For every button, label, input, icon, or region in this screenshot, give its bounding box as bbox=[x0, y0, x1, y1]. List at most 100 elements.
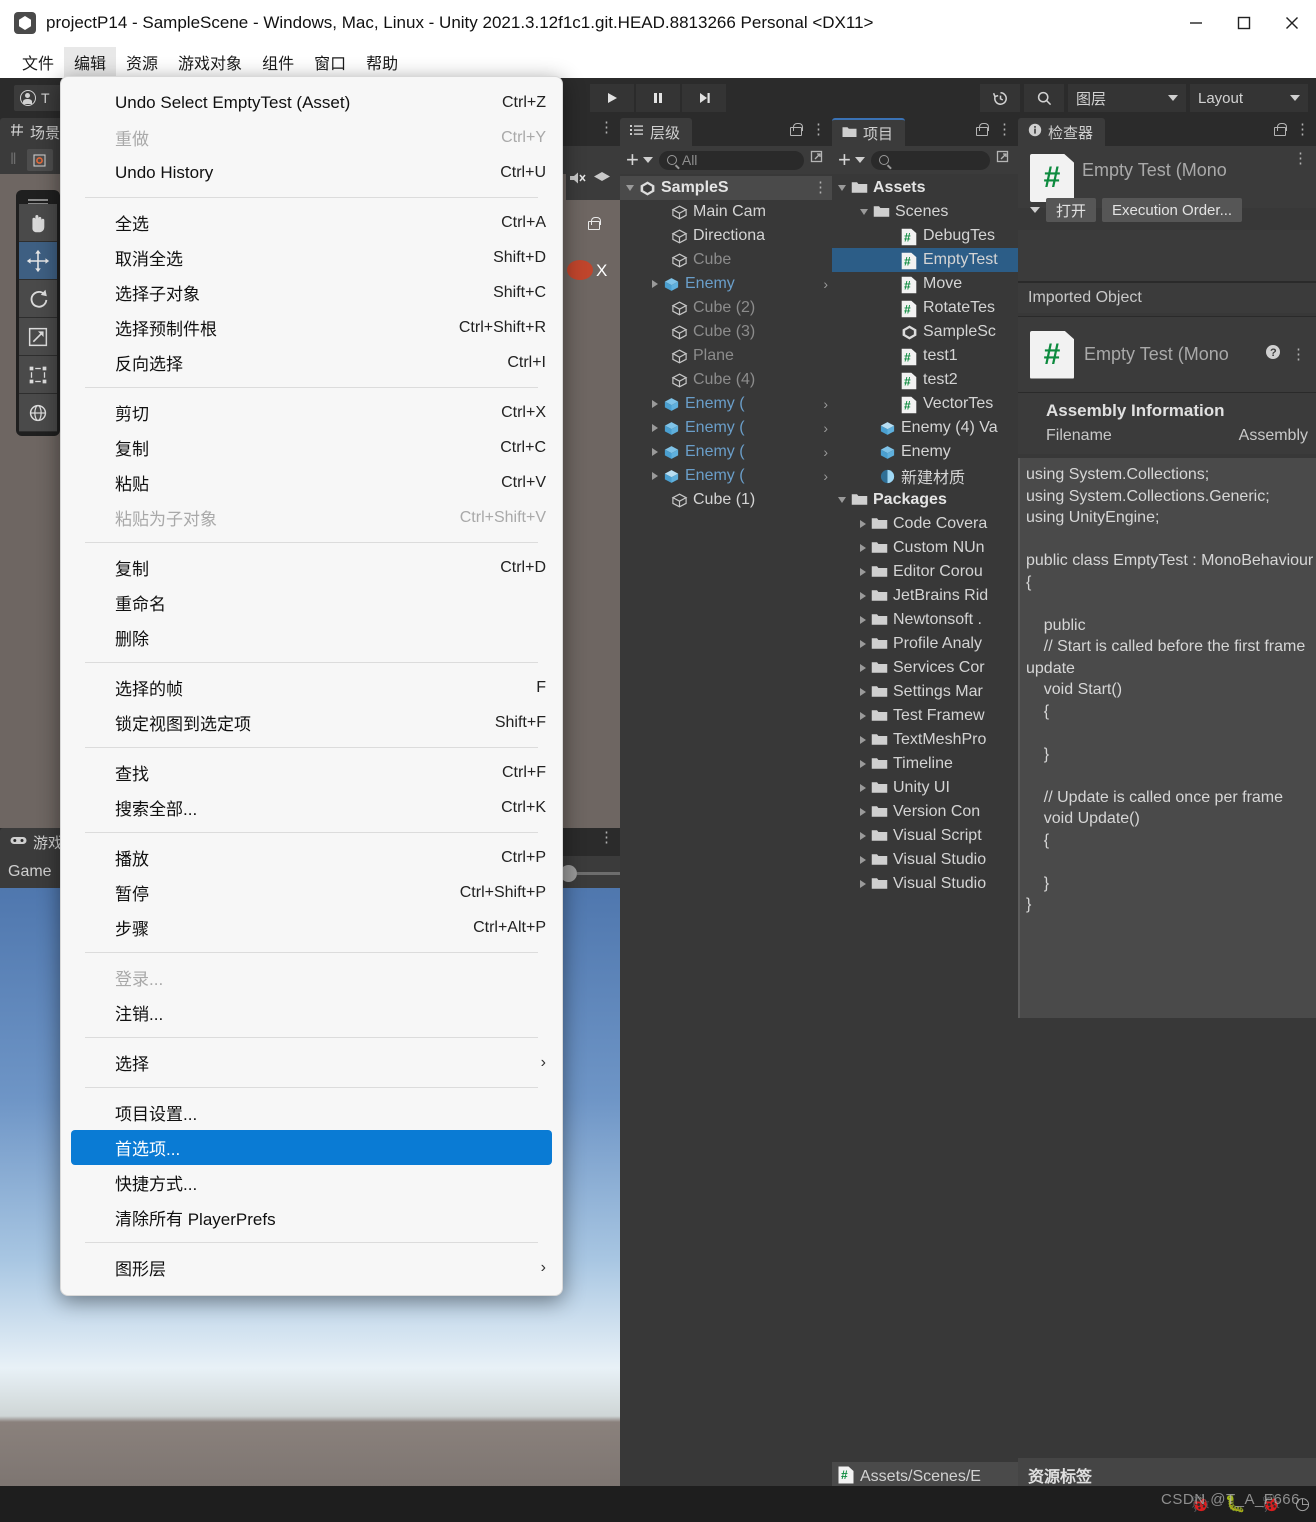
tree-row[interactable]: Main Cam bbox=[620, 200, 832, 224]
tree-row[interactable]: Timeline bbox=[832, 752, 1018, 776]
menubar-item-6[interactable]: 帮助 bbox=[356, 47, 408, 77]
chevron-right-icon[interactable] bbox=[652, 424, 658, 432]
menu-item[interactable]: Undo Select EmptyTest (Asset) Ctrl+Z bbox=[61, 85, 562, 120]
menu-item[interactable]: 查找 Ctrl+F bbox=[61, 755, 562, 790]
chevron-right-icon[interactable] bbox=[860, 568, 866, 576]
kebab-menu-icon[interactable]: ⋮ bbox=[599, 830, 614, 845]
pivot-tool-icon[interactable] bbox=[26, 149, 53, 171]
menu-item[interactable]: 搜索全部... Ctrl+K bbox=[61, 790, 562, 825]
slider-track[interactable] bbox=[577, 871, 620, 875]
chevron-right-icon[interactable] bbox=[860, 880, 866, 888]
maximize-icon[interactable] bbox=[1220, 0, 1268, 46]
scene-orientation-gizmo[interactable]: X bbox=[566, 250, 607, 284]
chevron-right-icon[interactable]: › bbox=[823, 444, 832, 460]
chevron-down-icon[interactable] bbox=[854, 157, 865, 163]
tree-row[interactable]: Cube (2) bbox=[620, 296, 832, 320]
execution-order-button[interactable]: Execution Order... bbox=[1102, 198, 1243, 222]
tree-row[interactable]: Cube (3) bbox=[620, 320, 832, 344]
project-tree[interactable]: Assets Scenes # DebugTes # EmptyTest # Move # Rot… bbox=[832, 174, 1018, 896]
tree-row[interactable]: Newtonsoft . bbox=[832, 608, 1018, 632]
menu-item[interactable]: 选择子对象 Shift+C bbox=[61, 275, 562, 310]
hierarchy-tree[interactable]: SampleS ⋮ Main Cam Directiona Cube Enemy › Cube… bbox=[620, 174, 832, 512]
tree-row[interactable]: Visual Script bbox=[832, 824, 1018, 848]
menu-item[interactable]: 快捷方式... bbox=[61, 1165, 562, 1200]
pause-button[interactable] bbox=[636, 84, 680, 112]
lock-icon[interactable] bbox=[1273, 123, 1287, 136]
tree-row[interactable]: JetBrains Rid bbox=[832, 584, 1018, 608]
tree-row[interactable]: # DebugTes bbox=[832, 224, 1018, 248]
menu-item[interactable]: 步骤 Ctrl+Alt+P bbox=[61, 910, 562, 945]
rotate-tool-button[interactable] bbox=[19, 280, 57, 318]
tree-row[interactable]: SampleSc bbox=[832, 320, 1018, 344]
menu-item[interactable]: 反向选择 Ctrl+I bbox=[61, 345, 562, 380]
kebab-menu-icon[interactable]: ⋮ bbox=[1295, 122, 1310, 137]
tree-row[interactable]: Enemy (› bbox=[620, 392, 832, 416]
menu-item[interactable]: 复制 Ctrl+C bbox=[61, 430, 562, 465]
inspector-kebab-icon[interactable]: ⋮ bbox=[1293, 151, 1308, 166]
tree-row[interactable]: Unity UI bbox=[832, 776, 1018, 800]
tree-row[interactable]: Code Covera bbox=[832, 512, 1018, 536]
chevron-right-icon[interactable] bbox=[652, 472, 658, 480]
tree-row[interactable]: Profile Analy bbox=[832, 632, 1018, 656]
tree-row[interactable]: Enemy (› bbox=[620, 416, 832, 440]
chevron-down-icon[interactable] bbox=[1030, 207, 1040, 213]
tree-row[interactable]: Packages bbox=[832, 488, 1018, 512]
layout-dropdown[interactable]: Layout bbox=[1190, 84, 1308, 112]
layers-dropdown[interactable]: 图层 bbox=[1068, 84, 1186, 112]
collab-history-button[interactable] bbox=[980, 84, 1020, 112]
chevron-right-icon[interactable]: › bbox=[823, 396, 832, 412]
add-gameobject-button[interactable]: + bbox=[626, 149, 639, 171]
step-button[interactable] bbox=[682, 84, 726, 112]
audio-mute-icon[interactable] bbox=[568, 169, 588, 192]
tree-row[interactable]: Settings Mar bbox=[832, 680, 1018, 704]
chevron-right-icon[interactable]: › bbox=[823, 468, 832, 484]
tab-project[interactable]: 项目 bbox=[832, 118, 906, 146]
tree-row[interactable]: Cube bbox=[620, 248, 832, 272]
hierarchy-sort-icon[interactable] bbox=[810, 150, 826, 171]
tab-inspector[interactable]: 检查器 bbox=[1018, 118, 1106, 146]
scale-tool-button[interactable] bbox=[19, 318, 57, 356]
tree-row[interactable]: Assets bbox=[832, 176, 1018, 200]
help-icon[interactable]: ? bbox=[1265, 344, 1281, 365]
menu-item[interactable]: 选择 › bbox=[61, 1045, 562, 1080]
hand-tool-button[interactable] bbox=[19, 204, 57, 242]
tree-row[interactable]: Enemy › bbox=[620, 272, 832, 296]
tree-row[interactable]: Plane bbox=[620, 344, 832, 368]
tree-row[interactable]: Visual Studio bbox=[832, 872, 1018, 896]
menu-item[interactable]: 重命名 bbox=[61, 585, 562, 620]
play-button[interactable] bbox=[590, 84, 634, 112]
transform-tool-button[interactable] bbox=[19, 394, 57, 432]
chevron-right-icon[interactable] bbox=[860, 832, 866, 840]
tree-row[interactable]: Cube (1) bbox=[620, 488, 832, 512]
tree-row[interactable]: # Move bbox=[832, 272, 1018, 296]
tree-row[interactable]: # EmptyTest bbox=[832, 248, 1018, 272]
chevron-right-icon[interactable] bbox=[860, 808, 866, 816]
tree-row[interactable]: Cube (4) bbox=[620, 368, 832, 392]
chevron-right-icon[interactable] bbox=[860, 664, 866, 672]
menu-item[interactable]: 剪切 Ctrl+X bbox=[61, 395, 562, 430]
tree-row[interactable]: Version Con bbox=[832, 800, 1018, 824]
chevron-right-icon[interactable] bbox=[860, 520, 866, 528]
menu-item[interactable]: 暂停 Ctrl+Shift+P bbox=[61, 875, 562, 910]
tree-row[interactable]: Editor Corou bbox=[832, 560, 1018, 584]
tree-row[interactable]: 新建材质 bbox=[832, 464, 1018, 488]
game-view-scale-slider[interactable] bbox=[560, 862, 620, 884]
tree-row[interactable]: # RotateTes bbox=[832, 296, 1018, 320]
chevron-right-icon[interactable] bbox=[860, 544, 866, 552]
move-tool-button[interactable] bbox=[19, 242, 57, 280]
tree-row[interactable]: Enemy (› bbox=[620, 464, 832, 488]
chevron-right-icon[interactable] bbox=[860, 736, 866, 744]
chevron-right-icon[interactable] bbox=[860, 784, 866, 792]
tree-row[interactable]: Enemy (› bbox=[620, 440, 832, 464]
tree-row[interactable]: Enemy bbox=[832, 440, 1018, 464]
layers-stack-icon[interactable] bbox=[592, 169, 612, 192]
minimize-icon[interactable] bbox=[1172, 0, 1220, 46]
menu-item[interactable]: 锁定视图到选定项 Shift+F bbox=[61, 705, 562, 740]
menu-item[interactable]: 图形层 › bbox=[61, 1250, 562, 1285]
menubar-item-1[interactable]: 编辑 bbox=[64, 47, 117, 77]
menu-item[interactable]: 播放 Ctrl+P bbox=[61, 840, 562, 875]
menubar-item-3[interactable]: 游戏对象 bbox=[168, 47, 252, 77]
menu-item[interactable]: 全选 Ctrl+A bbox=[61, 205, 562, 240]
tree-row[interactable]: Scenes bbox=[832, 200, 1018, 224]
rect-tool-button[interactable] bbox=[19, 356, 57, 394]
